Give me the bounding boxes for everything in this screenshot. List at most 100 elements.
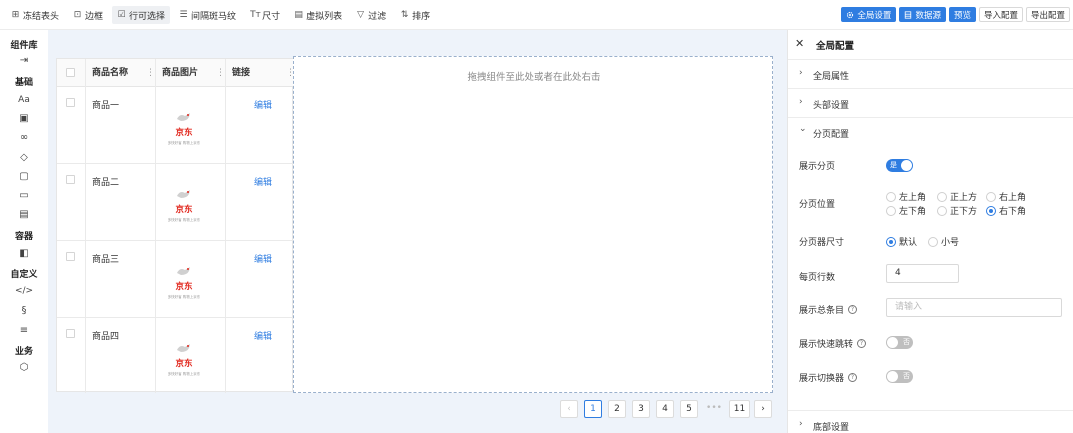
text-component-icon[interactable]: Aa bbox=[0, 95, 48, 105]
size-radio-default[interactable]: 默认 bbox=[886, 235, 917, 248]
radio-circle bbox=[928, 236, 938, 247]
link-component-icon[interactable]: ∞ bbox=[0, 132, 48, 143]
row-checkbox[interactable] bbox=[66, 252, 75, 261]
collapse-icon[interactable]: ⇥ bbox=[0, 55, 48, 66]
section-global-props[interactable]: › 全局属性 bbox=[788, 59, 1073, 88]
page-button[interactable]: 4 bbox=[656, 400, 674, 418]
jd-dog-logo-icon bbox=[177, 344, 190, 352]
script-component-icon[interactable]: § bbox=[0, 305, 48, 316]
prev-page-button[interactable]: ‹ bbox=[560, 400, 578, 418]
radio-circle bbox=[937, 205, 947, 216]
column-header-name[interactable]: 商品名称 bbox=[92, 59, 128, 87]
column-header-link[interactable]: 链接 bbox=[232, 59, 250, 87]
column-menu-icon[interactable]: ⋮ bbox=[146, 59, 155, 87]
chevron-down-icon: ⌄ bbox=[799, 124, 807, 134]
page-button[interactable]: 11 bbox=[729, 400, 750, 418]
position-radio-top-center[interactable]: 正上方 bbox=[937, 190, 977, 203]
section-header-settings[interactable]: › 头部设置 bbox=[788, 88, 1073, 117]
next-page-button[interactable]: › bbox=[754, 400, 772, 418]
sort-button[interactable]: ⇅ 排序 bbox=[395, 6, 435, 24]
position-radio-bottom-center[interactable]: 正下方 bbox=[937, 204, 977, 217]
close-icon[interactable]: ✕ bbox=[795, 37, 804, 50]
border-button[interactable]: ⊡ 边框 bbox=[68, 6, 108, 24]
freeze-header-icon: ⊞ bbox=[11, 10, 20, 20]
layout-component-icon[interactable]: ◧ bbox=[0, 248, 48, 259]
section-footer-settings[interactable]: › 底部设置 bbox=[788, 410, 1073, 433]
radio-label: 右下角 bbox=[999, 207, 1027, 217]
quick-jump-toggle[interactable]: 否 bbox=[886, 336, 913, 349]
row-checkbox[interactable] bbox=[66, 175, 75, 184]
radio-label: 正下方 bbox=[950, 207, 978, 217]
export-config-button[interactable]: 导出配置 bbox=[1025, 7, 1070, 22]
quick-jump-text: 展示快速跳转 bbox=[799, 340, 854, 350]
section-pagination-config[interactable]: ⌄ 分页配置 bbox=[788, 117, 1073, 146]
select-all-checkbox[interactable] bbox=[66, 68, 75, 77]
pager-size-label: 分页器尺寸 bbox=[799, 235, 844, 248]
row-checkbox[interactable] bbox=[66, 98, 75, 107]
show-total-input[interactable]: 请输入 bbox=[886, 298, 1062, 317]
size-changer-toggle[interactable]: 否 bbox=[886, 370, 913, 383]
product-name: 商品四 bbox=[92, 332, 120, 342]
position-radio-top-right[interactable]: 右上角 bbox=[986, 190, 1026, 203]
column-divider[interactable] bbox=[225, 59, 226, 393]
page-button[interactable]: 5 bbox=[680, 400, 698, 418]
edit-link[interactable]: 编辑 bbox=[254, 175, 272, 188]
filter-button[interactable]: ▽ 过滤 bbox=[351, 6, 391, 24]
database-icon bbox=[905, 10, 912, 19]
export-config-label: 导出配置 bbox=[1030, 10, 1065, 21]
help-icon[interactable]: ? bbox=[848, 373, 858, 382]
column-header-image[interactable]: 商品图片 bbox=[162, 59, 198, 87]
help-icon[interactable]: ? bbox=[848, 305, 858, 314]
page-button[interactable]: 2 bbox=[608, 400, 626, 418]
freeze-header-button[interactable]: ⊞ 冻结表头 bbox=[6, 6, 64, 24]
list-component-icon[interactable]: ≡ bbox=[0, 325, 48, 336]
row-checkbox[interactable] bbox=[66, 329, 75, 338]
tag-component-icon[interactable]: ◇ bbox=[0, 152, 48, 163]
row-selectable-button[interactable]: ☑ 行可选择 bbox=[112, 6, 171, 24]
gear-icon bbox=[847, 11, 854, 18]
drop-zone[interactable]: 拖拽组件至此处或者在此处右击 bbox=[293, 56, 773, 393]
radio-label: 左上角 bbox=[899, 193, 927, 203]
position-radio-bottom-right[interactable]: 右下角 bbox=[986, 204, 1026, 217]
brand-text: 京东 bbox=[175, 205, 193, 215]
edit-link[interactable]: 编辑 bbox=[254, 252, 272, 265]
position-radio-bottom-left[interactable]: 左下角 bbox=[886, 204, 926, 217]
product-image: 京东 多快好省 购物上京东 bbox=[158, 335, 210, 387]
page-button[interactable]: 3 bbox=[632, 400, 650, 418]
card-component-icon[interactable]: ▤ bbox=[0, 209, 48, 220]
position-radio-top-left[interactable]: 左上角 bbox=[886, 190, 926, 203]
toggle-text: 否 bbox=[903, 338, 910, 346]
preview-button[interactable]: 预览 bbox=[948, 7, 976, 22]
image-component-icon[interactable]: ▣ bbox=[0, 113, 48, 124]
border-icon: ⊡ bbox=[73, 10, 82, 20]
page-button[interactable]: 1 bbox=[584, 400, 602, 418]
edit-link[interactable]: 编辑 bbox=[254, 98, 272, 111]
cube-component-icon[interactable]: ⬡ bbox=[0, 362, 48, 373]
button-component-icon[interactable]: ▢ bbox=[0, 171, 48, 182]
brand-slogan: 多快好省 购物上京东 bbox=[167, 295, 201, 299]
media-component-icon[interactable]: ▭ bbox=[0, 190, 48, 201]
import-config-button[interactable]: 导入配置 bbox=[978, 7, 1023, 22]
jd-dog-logo-icon bbox=[177, 113, 190, 121]
column-divider[interactable] bbox=[155, 59, 156, 393]
position-text: 分页位置 bbox=[799, 200, 836, 210]
size-button[interactable]: Tт 尺寸 bbox=[245, 6, 285, 24]
datasource-button[interactable]: 数据源 bbox=[899, 7, 946, 22]
virtual-list-button[interactable]: ▤ 虚拟列表 bbox=[289, 6, 347, 24]
stripe-button[interactable]: ☰ 间隔斑马纹 bbox=[174, 6, 241, 24]
show-pagination-label: 展示分页 bbox=[799, 159, 835, 172]
global-settings-label: 全局设置 bbox=[857, 10, 892, 21]
size-radio-small[interactable]: 小号 bbox=[928, 235, 959, 248]
edit-link[interactable]: 编辑 bbox=[254, 329, 272, 342]
page-ellipsis[interactable]: ••• bbox=[705, 400, 723, 418]
global-settings-button[interactable]: 全局设置 bbox=[841, 7, 897, 22]
toggle-text: 否 bbox=[903, 372, 910, 380]
column-menu-icon[interactable]: ⋮ bbox=[216, 59, 225, 87]
section-title: 分页配置 bbox=[813, 130, 850, 140]
show-pagination-toggle[interactable]: 是 bbox=[886, 159, 913, 172]
help-icon[interactable]: ? bbox=[857, 339, 867, 348]
code-component-icon[interactable]: </> bbox=[0, 286, 48, 296]
product-table[interactable]: 商品名称 ⋮ 商品图片 ⋮ 链接 ⋮ 商品一 京东 多快好省 购物上京东 编辑 … bbox=[56, 58, 295, 393]
rows-per-page-input[interactable]: 4 bbox=[886, 264, 959, 283]
checkbox-icon: ☑ bbox=[117, 10, 126, 20]
